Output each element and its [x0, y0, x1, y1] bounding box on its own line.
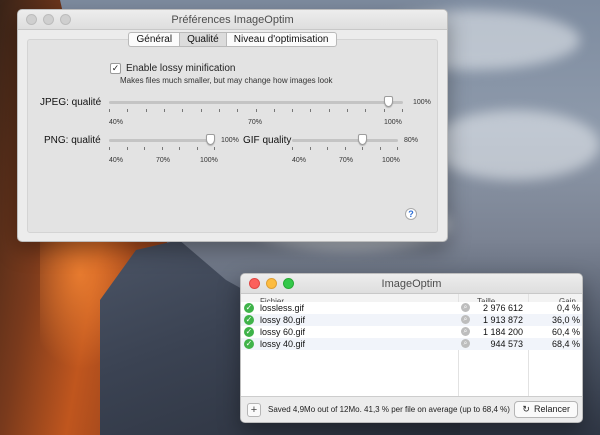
quality-panel: ✓ Enable lossy minification Makes files … [27, 39, 438, 233]
close-button[interactable] [26, 14, 37, 25]
file-gain: 60,4 % [551, 327, 580, 337]
help-button[interactable]: ? [405, 208, 417, 220]
file-size: 1 913 872 [482, 315, 523, 325]
png-quality-value: 100% [221, 137, 239, 144]
zoom-button[interactable] [60, 14, 71, 25]
file-name: lossy 40.gif [260, 339, 306, 349]
magnifier-icon[interactable]: ⌕ [461, 303, 470, 312]
window-controls [249, 278, 294, 289]
table-row[interactable]: ✓ lossless.gif ⌕ 2 976 612 0,4 % [241, 302, 582, 314]
jpeg-quality-value: 100% [413, 99, 431, 106]
lossy-hint: Makes files much smaller, but may change… [120, 76, 333, 85]
minimize-button[interactable] [43, 14, 54, 25]
rerun-label: Relancer [533, 404, 570, 414]
window-controls [26, 14, 71, 25]
table-row[interactable]: ✓ lossy 60.gif ⌕ 1 184 200 60,4 % [241, 326, 582, 338]
png-quality-slider-knob[interactable] [205, 134, 215, 145]
preferences-tabs: Général Qualité Niveau d'optimisation [18, 32, 447, 47]
gif-mid-mark: 70% [339, 157, 354, 164]
gif-quality-track[interactable] [292, 139, 398, 142]
window-title: ImageOptim [381, 278, 442, 290]
file-size: 1 184 200 [482, 327, 523, 337]
add-files-button[interactable]: + [247, 403, 261, 417]
png-min-mark: 40% [109, 157, 124, 164]
preferences-window: Préférences ImageOptim Général Qualité N… [17, 9, 448, 242]
zoom-button[interactable] [283, 278, 294, 289]
file-name: lossy 80.gif [260, 315, 306, 325]
refresh-icon: ↻ [522, 404, 530, 414]
png-quality-track[interactable] [109, 139, 215, 142]
rerun-button[interactable]: ↻ Relancer [514, 401, 578, 418]
file-list: ✓ lossless.gif ⌕ 2 976 612 0,4 % ✓ lossy… [241, 302, 582, 350]
jpeg-max-mark: 100% [384, 119, 402, 126]
preferences-titlebar: Préférences ImageOptim [18, 10, 447, 30]
jpeg-quality-slider-knob[interactable] [384, 96, 394, 107]
magnifier-icon[interactable]: ⌕ [461, 315, 470, 324]
gif-quality-label: GIF quality [243, 135, 292, 146]
tab-general[interactable]: Général [128, 32, 180, 47]
jpeg-ticks [109, 109, 403, 113]
window-title: Préférences ImageOptim [171, 14, 294, 26]
tab-optimization-level[interactable]: Niveau d'optimisation [225, 32, 337, 47]
lossy-label: Enable lossy minification [126, 63, 236, 74]
gif-ticks [292, 147, 398, 151]
jpeg-mid-mark: 70% [248, 119, 263, 126]
cloud [430, 110, 600, 180]
imageoptim-window: ImageOptim Fichier Taille Gain ✓ lossles… [240, 273, 583, 423]
lossy-option[interactable]: ✓ Enable lossy minification [110, 63, 236, 74]
file-name: lossless.gif [260, 303, 305, 313]
gif-min-mark: 40% [292, 157, 307, 164]
file-gain: 36,0 % [551, 315, 580, 325]
magnifier-icon[interactable]: ⌕ [461, 327, 470, 336]
status-bar: + Saved 4,9Mo out of 12Mo. 41,3 % per fi… [241, 396, 582, 422]
table-row[interactable]: ✓ lossy 40.gif ⌕ 944 573 68,4 % [241, 338, 582, 350]
jpeg-quality-label: JPEG: qualité [40, 97, 102, 108]
checkmark-icon: ✓ [244, 315, 254, 325]
jpeg-min-mark: 40% [109, 119, 124, 126]
png-quality-label: PNG: qualité [44, 135, 101, 146]
minimize-button[interactable] [266, 278, 277, 289]
file-name: lossy 60.gif [260, 327, 306, 337]
file-size: 944 573 [490, 339, 523, 349]
file-size: 2 976 612 [482, 303, 523, 313]
checkmark-icon: ✓ [244, 327, 254, 337]
tab-quality[interactable]: Qualité [179, 32, 226, 47]
lossy-checkbox[interactable]: ✓ [110, 63, 121, 74]
magnifier-icon[interactable]: ⌕ [461, 339, 470, 348]
png-mid-mark: 70% [156, 157, 171, 164]
checkmark-icon: ✓ [244, 303, 254, 313]
jpeg-quality-track[interactable] [109, 101, 403, 104]
gif-quality-slider-knob[interactable] [357, 134, 367, 145]
file-gain: 68,4 % [551, 339, 580, 349]
png-ticks [109, 147, 215, 151]
png-max-mark: 100% [200, 157, 218, 164]
imageoptim-titlebar: ImageOptim [241, 274, 582, 294]
status-text: Saved 4,9Mo out of 12Mo. 41,3 % per file… [268, 405, 510, 414]
close-button[interactable] [249, 278, 260, 289]
file-gain: 0,4 % [556, 303, 580, 313]
checkmark-icon: ✓ [244, 339, 254, 349]
table-row[interactable]: ✓ lossy 80.gif ⌕ 1 913 872 36,0 % [241, 314, 582, 326]
gif-quality-value: 80% [404, 137, 419, 144]
gif-max-mark: 100% [382, 157, 400, 164]
